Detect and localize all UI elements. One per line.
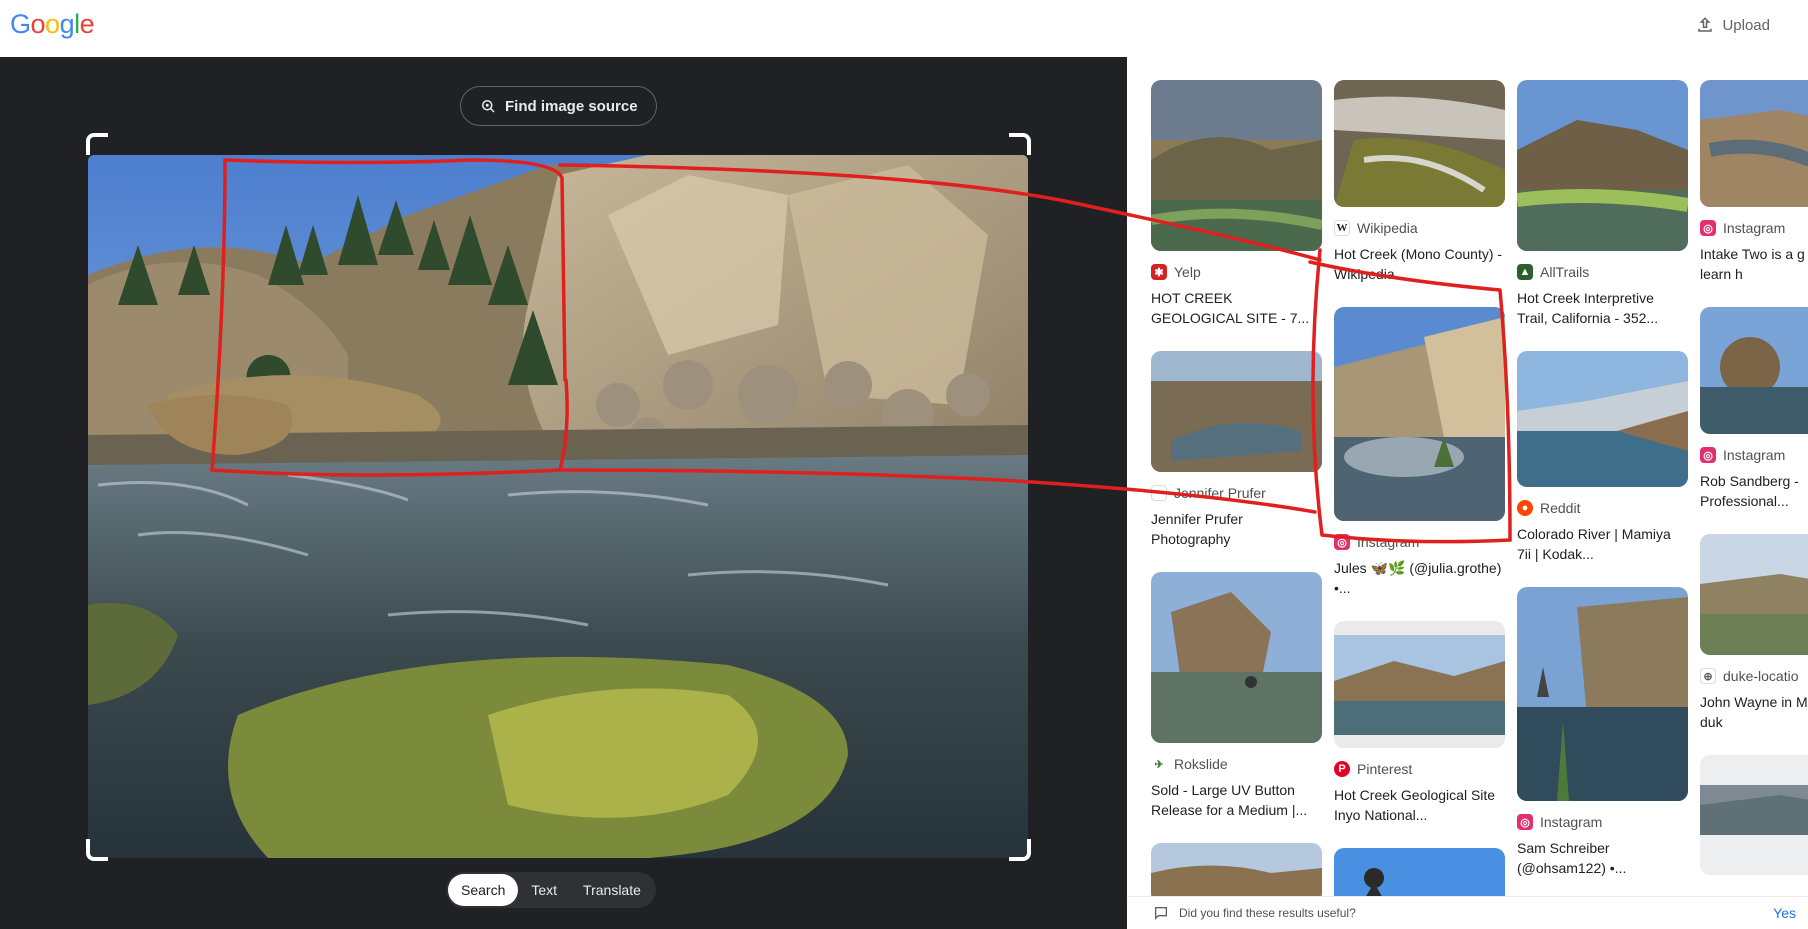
result-title[interactable]: Rob Sandberg - Professional... <box>1700 471 1808 511</box>
result-source: Yelp <box>1174 264 1201 280</box>
mode-text-tab[interactable]: Text <box>518 874 570 906</box>
result-title[interactable]: Hot Creek (Mono County) - Wikipedia <box>1334 244 1505 284</box>
result-thumbnail[interactable] <box>1700 307 1808 434</box>
result-thumbnail[interactable] <box>1517 80 1688 251</box>
google-logo[interactable]: Google <box>10 9 95 40</box>
feedback-icon <box>1155 907 1167 920</box>
feedback-question: Did you find these results useful? <box>1179 906 1356 920</box>
result-thumbnail[interactable] <box>1334 621 1505 748</box>
result-title[interactable]: Sold - Large UV Button Release for a Med… <box>1151 780 1322 820</box>
result-card[interactable]: W Wikipedia Hot Creek (Mono County) - Wik… <box>1334 80 1505 284</box>
crop-handle-bottom-right[interactable] <box>1009 839 1031 861</box>
result-source: Instagram <box>1723 447 1786 463</box>
instagram-icon: ◎ <box>1334 534 1350 550</box>
wikipedia-icon: W <box>1334 220 1350 236</box>
upload-label: Upload <box>1722 16 1770 34</box>
upload-icon <box>1698 17 1713 32</box>
result-thumbnail[interactable] <box>1517 587 1688 801</box>
result-title[interactable]: Hot Creek Geological Site Inyo National.… <box>1334 785 1505 825</box>
result-source: Pinterest <box>1357 761 1413 777</box>
result-title[interactable]: John Wayne in Mammoth - duk <box>1700 692 1808 732</box>
result-source: Rokslide <box>1174 756 1228 772</box>
results-column-2: W Wikipedia Hot Creek (Mono County) - Wik… <box>1334 80 1505 908</box>
lens-search-icon <box>482 100 495 113</box>
find-image-source-button[interactable]: Find image source <box>460 86 657 126</box>
alltrails-icon: ▲ <box>1517 264 1533 280</box>
top-bar: Google Upload <box>0 0 1808 57</box>
find-image-source-label: Find image source <box>505 97 638 115</box>
rokslide-icon: ✈ <box>1151 756 1167 772</box>
result-thumbnail[interactable] <box>1334 307 1505 521</box>
globe-icon: ⊕ <box>1700 668 1716 684</box>
results-column-1: ✱ Yelp HOT CREEK GEOLOGICAL SITE - 7... J… <box>1151 80 1322 903</box>
result-source: duke-locatio <box>1723 668 1799 684</box>
result-card[interactable] <box>1700 755 1808 875</box>
result-title[interactable]: HOT CREEK GEOLOGICAL SITE - 7... <box>1151 288 1322 328</box>
result-title[interactable]: Colorado River | Mamiya 7ii | Kodak... <box>1517 524 1688 564</box>
result-thumbnail[interactable] <box>1517 351 1688 487</box>
result-thumbnail[interactable] <box>1151 351 1322 472</box>
result-card[interactable]: ✈ Rokslide Sold - Large UV Button Release… <box>1151 572 1322 820</box>
results-column-3: ▲ AllTrails Hot Creek Interpretive Trail,… <box>1517 80 1688 878</box>
mode-search-tab[interactable]: Search <box>448 874 519 906</box>
reddit-icon: ● <box>1517 500 1533 516</box>
result-card[interactable]: ◎ Instagram Jules 🦋🌿 (@julia.grothe) •... <box>1334 307 1505 598</box>
result-thumbnail[interactable] <box>1334 80 1505 207</box>
instagram-icon: ◎ <box>1517 814 1533 830</box>
upload-button[interactable]: Upload <box>1688 12 1778 38</box>
result-card[interactable]: Jennifer Prufer Jennifer Prufer Photogra… <box>1151 351 1322 549</box>
crop-handle-top-left[interactable] <box>86 133 108 155</box>
query-image[interactable] <box>88 155 1028 858</box>
result-title[interactable]: Jules 🦋🌿 (@julia.grothe) •... <box>1334 558 1505 598</box>
result-source: Jennifer Prufer <box>1174 485 1266 501</box>
crop-handle-top-right[interactable] <box>1009 133 1031 155</box>
result-thumbnail[interactable] <box>1151 843 1322 903</box>
result-card[interactable]: ▲ AllTrails Hot Creek Interpretive Trail,… <box>1517 80 1688 328</box>
result-thumbnail[interactable] <box>1151 80 1322 251</box>
result-card[interactable]: ◎ Instagram Sam Schreiber (@ohsam122) •..… <box>1517 587 1688 878</box>
feedback-bar: Did you find these results useful? Yes <box>1127 896 1808 929</box>
result-card[interactable]: ◎ Instagram Rob Sandberg - Professional..… <box>1700 307 1808 511</box>
crop-handle-bottom-left[interactable] <box>86 839 108 861</box>
page-icon <box>1151 485 1167 501</box>
lens-image-pane: Find image source Search Text Translate <box>0 57 1127 929</box>
result-source: Instagram <box>1540 814 1603 830</box>
result-title[interactable]: Hot Creek Interpretive Trail, California… <box>1517 288 1688 328</box>
feedback-yes-button[interactable]: Yes <box>1773 905 1796 921</box>
result-title[interactable]: Jennifer Prufer Photography <box>1151 509 1322 549</box>
result-card[interactable]: ⊕ duke-locatio John Wayne in Mammoth - du… <box>1700 534 1808 732</box>
query-photo <box>88 155 1028 858</box>
result-card[interactable]: ● Reddit Colorado River | Mamiya 7ii | Ko… <box>1517 351 1688 564</box>
result-source: Reddit <box>1540 500 1581 516</box>
result-card[interactable]: ◎ Instagram Intake Two is a g place to le… <box>1700 80 1808 284</box>
result-thumbnail[interactable] <box>1151 572 1322 743</box>
result-title[interactable]: Sam Schreiber (@ohsam122) •... <box>1517 838 1688 878</box>
mode-translate-tab[interactable]: Translate <box>570 874 654 906</box>
result-card[interactable]: ✱ Yelp HOT CREEK GEOLOGICAL SITE - 7... <box>1151 80 1322 328</box>
result-thumbnail[interactable] <box>1700 755 1808 875</box>
pinterest-icon: P <box>1334 761 1350 777</box>
result-thumbnail[interactable] <box>1700 80 1808 207</box>
result-card[interactable]: P Pinterest Hot Creek Geological Site Iny… <box>1334 621 1505 825</box>
visual-matches-panel: ✱ Yelp HOT CREEK GEOLOGICAL SITE - 7... J… <box>1127 57 1808 929</box>
result-source: Wikipedia <box>1357 220 1418 236</box>
results-column-4: ◎ Instagram Intake Two is a g place to le… <box>1700 80 1808 875</box>
instagram-icon: ◎ <box>1700 447 1716 463</box>
result-source: Instagram <box>1357 534 1420 550</box>
result-card[interactable] <box>1151 843 1322 903</box>
yelp-icon: ✱ <box>1151 264 1167 280</box>
result-thumbnail[interactable] <box>1700 534 1808 655</box>
instagram-icon: ◎ <box>1700 220 1716 236</box>
lens-mode-switcher: Search Text Translate <box>446 872 656 908</box>
result-source: AllTrails <box>1540 264 1590 280</box>
result-source: Instagram <box>1723 220 1786 236</box>
result-title[interactable]: Intake Two is a g place to learn h <box>1700 244 1808 284</box>
